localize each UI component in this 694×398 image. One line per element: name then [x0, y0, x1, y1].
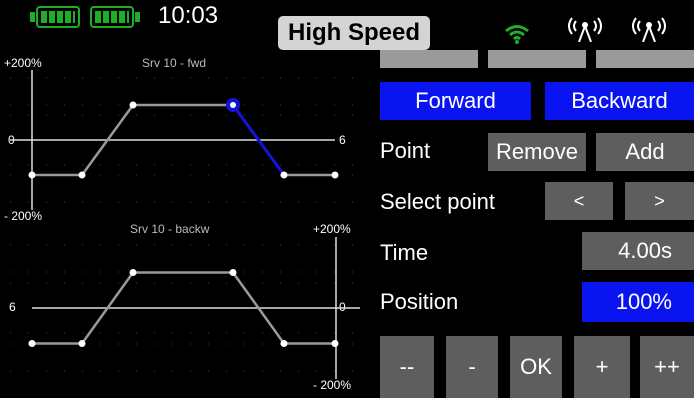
- forward-tab[interactable]: Forward: [380, 82, 531, 120]
- point-label: Point: [380, 138, 431, 163]
- remove-point-button[interactable]: Remove: [488, 133, 586, 171]
- backw-point-1: [78, 340, 86, 347]
- position-label: Position: [380, 289, 459, 314]
- select-point-label: Select point: [380, 189, 495, 214]
- position-value-field[interactable]: 100%: [582, 282, 694, 322]
- backw-point-3: [229, 269, 237, 276]
- step-up-button[interactable]: +: [574, 336, 630, 398]
- telemetry-antenna-icon-2: [632, 17, 666, 42]
- step-down-button[interactable]: -: [446, 336, 498, 398]
- add-point-button[interactable]: Add: [596, 133, 694, 171]
- backw-point-4: [280, 340, 288, 347]
- step-big-down-button[interactable]: --: [380, 336, 434, 398]
- wifi-signal-icon: [505, 25, 529, 44]
- time-value-field[interactable]: 4.00s: [582, 232, 694, 270]
- backw-point-2: [129, 269, 137, 276]
- backw-point-5: [331, 340, 339, 347]
- next-point-button[interactable]: >: [625, 182, 694, 220]
- ok-button[interactable]: OK: [510, 336, 562, 398]
- backw-point-0: [28, 340, 36, 347]
- step-big-up-button[interactable]: ++: [640, 336, 694, 398]
- telemetry-antenna-icon-1: [568, 17, 602, 42]
- top-scroll-button-2[interactable]: [488, 50, 586, 68]
- prev-point-button[interactable]: <: [545, 182, 613, 220]
- top-scroll-button-3[interactable]: [596, 50, 694, 68]
- backw-curve-chart[interactable]: [0, 0, 370, 398]
- top-scroll-button-1[interactable]: [380, 50, 478, 68]
- backward-tab[interactable]: Backward: [545, 82, 694, 120]
- time-label: Time: [380, 240, 429, 265]
